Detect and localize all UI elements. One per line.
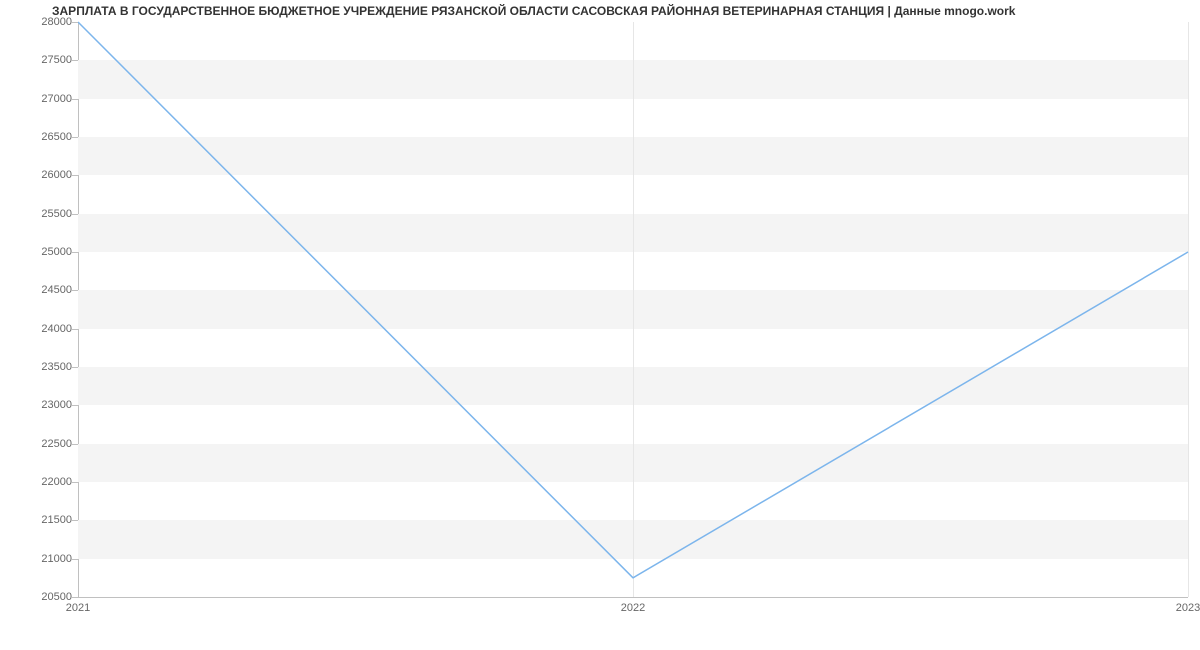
- chart-container: ЗАРПЛАТА В ГОСУДАРСТВЕННОЕ БЮДЖЕТНОЕ УЧР…: [0, 0, 1200, 620]
- y-tick: [72, 60, 78, 61]
- x-tick-label: 2021: [66, 602, 90, 614]
- y-tick: [72, 405, 78, 406]
- y-tick-label: 24500: [12, 284, 72, 296]
- y-tick-label: 21000: [12, 553, 72, 565]
- plot-area[interactable]: [78, 22, 1188, 598]
- y-tick-label: 27000: [12, 93, 72, 105]
- y-tick-label: 26500: [12, 131, 72, 143]
- y-tick: [72, 175, 78, 176]
- y-tick-label: 20500: [12, 591, 72, 603]
- y-tick-label: 23500: [12, 361, 72, 373]
- line-series: [78, 22, 1188, 597]
- y-tick: [72, 559, 78, 560]
- y-tick: [72, 214, 78, 215]
- y-tick: [72, 520, 78, 521]
- y-tick: [72, 290, 78, 291]
- y-tick: [72, 252, 78, 253]
- y-tick: [72, 482, 78, 483]
- chart-title: ЗАРПЛАТА В ГОСУДАРСТВЕННОЕ БЮДЖЕТНОЕ УЧР…: [52, 4, 1015, 18]
- y-tick-label: 25000: [12, 246, 72, 258]
- y-tick-label: 24000: [12, 323, 72, 335]
- y-tick-label: 23000: [12, 399, 72, 411]
- y-tick: [72, 444, 78, 445]
- x-tick-label: 2023: [1176, 602, 1200, 614]
- y-tick-label: 21500: [12, 514, 72, 526]
- y-tick: [72, 597, 78, 598]
- y-tick: [72, 329, 78, 330]
- y-tick: [72, 22, 78, 23]
- y-tick: [72, 367, 78, 368]
- y-tick-label: 22000: [12, 476, 72, 488]
- y-tick-label: 28000: [12, 16, 72, 28]
- x-tick-label: 2022: [621, 602, 645, 614]
- y-tick: [72, 99, 78, 100]
- y-tick-label: 22500: [12, 438, 72, 450]
- y-tick-label: 26000: [12, 169, 72, 181]
- y-tick: [72, 137, 78, 138]
- y-tick-label: 27500: [12, 54, 72, 66]
- y-tick-label: 25500: [12, 208, 72, 220]
- x-gridline: [1188, 22, 1189, 597]
